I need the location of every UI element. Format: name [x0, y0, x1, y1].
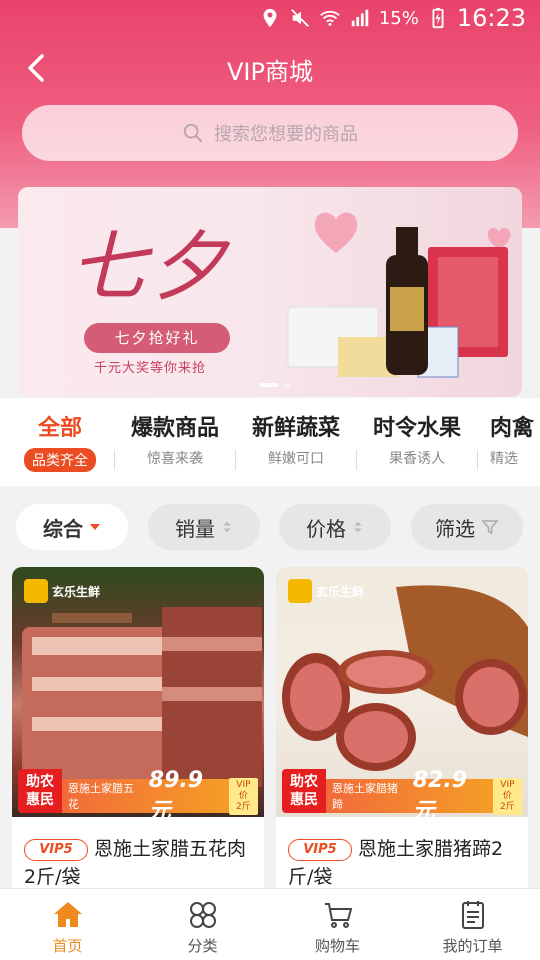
- nav-category[interactable]: 分类: [135, 899, 270, 956]
- search-input[interactable]: 搜索您想要的商品: [22, 105, 518, 161]
- vip-price-box: VIP价 2斤: [492, 777, 522, 815]
- promo-bar: 恩施土家腊五花 89.9元 VIP价 2斤: [62, 768, 258, 817]
- category-title: 爆款商品: [130, 416, 219, 441]
- search-icon: [183, 123, 203, 143]
- promo-tag-line: 惠民: [26, 792, 54, 808]
- product-title: VIP5 恩施土家腊五花肉2斤/袋: [12, 817, 264, 891]
- home-icon: [53, 902, 82, 927]
- product-image: 玄乐生鲜 助农 惠民 恩施土家腊猪蹄 82.9元 VIP价 2斤: [276, 567, 528, 817]
- product-card[interactable]: 玄乐生鲜 助农 惠民 恩施土家腊猪蹄 82.9元 VIP价 2斤 VIP5 恩施土…: [276, 567, 528, 897]
- product-card[interactable]: 玄乐生鲜 助农 惠民 恩施土家腊五花 89.9元 VIP价 2斤 VIP5 恩施土…: [12, 567, 264, 897]
- category-subtitle: 品类齐全: [24, 448, 96, 472]
- promo-bar: 恩施土家腊猪蹄 82.9元 VIP价 2斤: [326, 768, 522, 817]
- category-title: 时令水果: [372, 416, 461, 441]
- promo-tag-line: 惠民: [290, 792, 318, 808]
- promo-price: 82.9元: [412, 767, 468, 818]
- location-icon: [263, 8, 277, 28]
- promo-tag-line: 助农: [26, 774, 54, 790]
- category-subtitle: 精选: [490, 451, 518, 467]
- category-tab-hot[interactable]: 爆款商品 惊喜来袭: [115, 410, 235, 468]
- vip-price-label: VIP价: [236, 779, 251, 801]
- vip-price-label: VIP价: [500, 779, 515, 801]
- battery-charging-icon: [432, 7, 444, 29]
- product-image: 玄乐生鲜 助农 惠民 恩施土家腊五花 89.9元 VIP价 2斤: [12, 567, 264, 817]
- nav-label: 我的订单: [442, 937, 503, 955]
- promo-name: 恩施土家腊猪蹄: [332, 782, 398, 811]
- nav-label: 分类: [187, 937, 218, 955]
- signal-icon: [351, 9, 369, 27]
- mute-icon: [290, 9, 309, 27]
- category-title: 新鲜蔬菜: [251, 416, 340, 441]
- banner-headline: 七夕: [70, 222, 230, 311]
- carousel-indicator: [260, 383, 290, 387]
- category-tabs: 全部 品类齐全 爆款商品 惊喜来袭 新鲜蔬菜 鲜嫩可口 时令水果 果香诱人 肉禽…: [0, 398, 540, 486]
- nav-orders[interactable]: 我的订单: [405, 899, 540, 956]
- clock: 16:23: [456, 4, 526, 32]
- status-bar: 15% 16:23: [0, 0, 540, 36]
- brand-logo: 玄乐生鲜: [24, 579, 100, 603]
- search-placeholder: 搜索您想要的商品: [214, 124, 358, 145]
- nav-label: 首页: [52, 937, 83, 955]
- nav-cart[interactable]: 购物车: [270, 899, 405, 956]
- order-list-icon: [461, 901, 484, 929]
- brand-name: 玄乐生鲜: [52, 584, 101, 599]
- sort-comprehensive-button[interactable]: 综合: [16, 504, 128, 550]
- product-title: VIP5 恩施土家腊猪蹄2斤/袋: [276, 817, 528, 891]
- category-subtitle: 惊喜来袭: [147, 451, 203, 467]
- category-title: 全部: [37, 416, 82, 441]
- promo-price: 89.9元: [148, 767, 204, 818]
- category-title: 肉禽: [490, 416, 535, 441]
- sort-label: 价格: [306, 516, 346, 541]
- price-unit: 2斤: [500, 801, 515, 812]
- vip-level-badge: VIP5: [24, 838, 88, 861]
- battery-percent: 15%: [378, 7, 419, 29]
- sort-label: 筛选: [435, 516, 475, 541]
- filter-button[interactable]: 筛选: [411, 504, 523, 550]
- carousel-dot: [284, 383, 290, 387]
- promo-tag-line: 助农: [290, 774, 318, 790]
- sort-arrows-icon: [223, 521, 231, 533]
- price-unit: 2斤: [236, 801, 251, 812]
- category-tab-fruit[interactable]: 时令水果 果香诱人: [357, 410, 477, 468]
- sort-sales-button[interactable]: 销量: [148, 504, 260, 550]
- sort-bar: 综合 销量 价格 筛选: [0, 486, 540, 564]
- category-tab-all[interactable]: 全部 品类齐全: [0, 410, 120, 472]
- nav-label: 购物车: [314, 937, 360, 955]
- nav-home[interactable]: 首页: [0, 899, 135, 956]
- promo-strip: 助农 惠民 恩施土家腊猪蹄 82.9元 VIP价 2斤: [282, 768, 522, 817]
- category-tab-vegetables[interactable]: 新鲜蔬菜 鲜嫩可口: [236, 410, 356, 468]
- promo-tag: 助农 惠民: [282, 769, 326, 813]
- brand-logo: 玄乐生鲜: [288, 579, 364, 603]
- vip-price-box: VIP价 2斤: [228, 777, 258, 815]
- cart-icon: [324, 903, 352, 928]
- brand-name: 玄乐生鲜: [316, 584, 365, 599]
- page-title: VIP商城: [227, 58, 313, 86]
- promo-name: 恩施土家腊五花: [68, 782, 134, 811]
- banner-subline: 千元大奖等你来抢: [94, 361, 207, 376]
- sort-label: 综合: [43, 516, 83, 541]
- category-grid-icon: [189, 902, 216, 928]
- sort-price-button[interactable]: 价格: [279, 504, 391, 550]
- caret-down-icon: [90, 524, 100, 530]
- promo-tag: 助农 惠民: [18, 769, 62, 813]
- sort-arrows-icon: [354, 521, 362, 533]
- category-subtitle: 鲜嫩可口: [268, 451, 324, 467]
- category-subtitle: 果香诱人: [389, 451, 445, 467]
- wifi-icon: [320, 10, 340, 26]
- bottom-navigation: 首页 分类 购物车 我的订单: [0, 888, 540, 960]
- category-tab-meat[interactable]: 肉禽 精选: [478, 410, 540, 468]
- filter-funnel-icon: [481, 520, 499, 535]
- banner-tagline: 七夕抢好礼: [84, 323, 230, 353]
- brand-logo-icon: [288, 579, 312, 603]
- sort-label: 销量: [175, 516, 215, 541]
- gift-products-illustration: [287, 227, 508, 378]
- title-bar: VIP商城: [0, 46, 540, 90]
- brand-logo-icon: [24, 579, 48, 603]
- vip-level-badge: VIP5: [288, 838, 352, 861]
- promo-banner[interactable]: 七夕 七夕抢好礼 千元大奖等你来抢: [18, 187, 522, 397]
- carousel-dot-active: [260, 383, 278, 387]
- promo-strip: 助农 惠民 恩施土家腊五花 89.9元 VIP价 2斤: [18, 768, 258, 817]
